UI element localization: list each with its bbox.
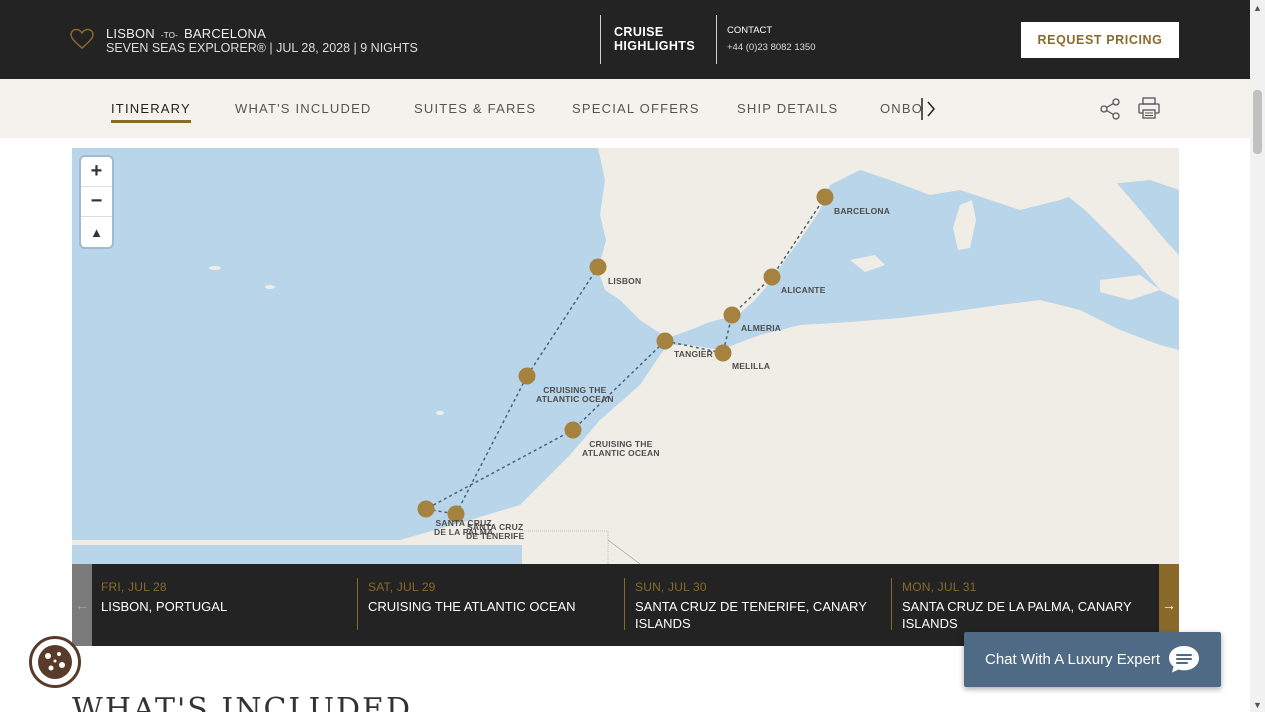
port-marker-melilla[interactable] (714, 344, 732, 362)
label-text: ATLANTIC OCEAN (582, 448, 660, 458)
land-islands (953, 200, 976, 250)
scrollbar-thumb[interactable] (1253, 90, 1262, 154)
day-date: SAT, JUL 29 (368, 580, 436, 594)
tab-whats-included[interactable]: WHAT'S INCLUDED (235, 101, 372, 116)
cruise-page: LISBON -TO- BARCELONA SEVEN SEAS EXPLORER®… (0, 0, 1265, 712)
map-canvas (72, 148, 1179, 564)
cookie-settings-button[interactable] (29, 636, 81, 688)
port-marker-almeria[interactable] (723, 306, 741, 324)
day-card[interactable]: FRI, JUL 28 LISBON, PORTUGAL (101, 578, 367, 632)
chat-label: Chat With A Luxury Expert (985, 651, 1161, 668)
share-icon[interactable] (1098, 97, 1122, 121)
section-heading-whats-included: WHAT'S INCLUDED (72, 692, 412, 712)
day-card[interactable]: SAT, JUL 29 CRUISING THE ATLANTIC OCEAN (368, 578, 634, 632)
label-text: ATLANTIC OCEAN (536, 394, 614, 404)
zoom-in-button[interactable]: + (81, 157, 112, 187)
day-place: SANTA CRUZ DE TENERIFE, CANARY ISLANDS (635, 599, 867, 631)
prev-day-button[interactable]: ← (72, 564, 92, 646)
label-text: DE TENERIFE (466, 531, 525, 541)
land-canaries (500, 514, 520, 522)
itinerary-map[interactable] (72, 148, 1179, 564)
label-alicante: ALICANTE (781, 285, 826, 295)
day-place: SANTA CRUZ DE LA PALMA, CANARY ISLANDS (902, 599, 1132, 631)
day-place: CRUISING THE ATLANTIC OCEAN (368, 599, 576, 614)
day-divider (357, 578, 358, 630)
route-title: LISBON -TO- BARCELONA (106, 26, 266, 41)
heart-icon[interactable] (70, 28, 94, 50)
tab-itinerary[interactable]: ITINERARY (111, 101, 191, 123)
day-date: SUN, JUL 30 (635, 580, 707, 594)
day-date: MON, JUL 31 (902, 580, 977, 594)
label-melilla: MELILLA (732, 361, 771, 371)
route-to-word: -TO- (160, 31, 178, 40)
section-nav: ITINERARY WHAT'S INCLUDED SUITES & FARES… (0, 79, 1250, 138)
label-cruising-2: CRUISING THE ATLANTIC OCEAN (582, 440, 660, 458)
route-from: LISBON (106, 26, 155, 41)
label-tenerife: SANTA CRUZ DE TENERIFE (466, 523, 524, 541)
port-marker-cruising[interactable] (564, 421, 582, 439)
scroll-down-arrow-icon[interactable]: ▼ (1250, 697, 1265, 712)
label-tangier: TANGIER (674, 349, 714, 359)
port-marker-lisbon[interactable] (589, 258, 607, 276)
tab-suites-fares[interactable]: SUITES & FARES (414, 101, 536, 116)
label-barcelona: BARCELONA (834, 206, 891, 216)
land-madeira (436, 411, 444, 415)
compass-reset-button[interactable]: ▲ (81, 217, 112, 247)
contact-label: CONTACT (727, 25, 773, 36)
scroll-up-arrow-icon[interactable]: ▲ (1250, 0, 1265, 15)
cookie-icon (38, 645, 72, 679)
chevron-right-icon[interactable] (920, 96, 940, 122)
cruise-highlights-link[interactable]: CRUISE HIGHLIGHTS (614, 25, 704, 53)
day-divider (624, 578, 625, 630)
voyage-details: SEVEN SEAS EXPLORER® | JUL 28, 2028 | 9 … (106, 41, 418, 55)
port-marker-la-palma[interactable] (417, 500, 435, 518)
water-south (72, 545, 522, 564)
land-azores (209, 266, 221, 270)
label-almeria: ALMERIA (741, 323, 782, 333)
divider (600, 15, 601, 64)
tab-onboard[interactable]: ONBOARD (880, 101, 922, 116)
day-divider (891, 578, 892, 630)
label-lisbon: LISBON (608, 276, 642, 286)
land-balearics (850, 255, 885, 272)
land-azores (265, 285, 275, 289)
label-cruising-1: CRUISING THE ATLANTIC OCEAN (536, 386, 614, 404)
land-africa (72, 300, 1179, 564)
map-zoom-controls: + − ▲ (81, 157, 112, 247)
zoom-out-button[interactable]: − (81, 187, 112, 217)
contact-phone-link[interactable]: +44 (0)23 8082 1350 (727, 42, 815, 53)
tab-ship-details[interactable]: SHIP DETAILS (737, 101, 838, 116)
print-icon[interactable] (1137, 96, 1161, 120)
port-marker-cruising[interactable] (518, 367, 536, 385)
day-place: LISBON, PORTUGAL (101, 599, 228, 614)
chat-bubble-icon (1169, 646, 1199, 673)
day-card[interactable]: SUN, JUL 30 SANTA CRUZ DE TENERIFE, CANA… (635, 578, 901, 632)
request-pricing-button[interactable]: REQUEST PRICING (1021, 22, 1179, 58)
tab-special-offers[interactable]: SPECIAL OFFERS (572, 101, 700, 116)
top-bar: LISBON -TO- BARCELONA SEVEN SEAS EXPLORER®… (0, 0, 1250, 79)
divider (716, 15, 717, 64)
day-date: FRI, JUL 28 (101, 580, 167, 594)
day-card[interactable]: MON, JUL 31 SANTA CRUZ DE LA PALMA, CANA… (902, 578, 1168, 632)
route-to: BARCELONA (183, 26, 266, 41)
port-marker-barcelona[interactable] (816, 188, 834, 206)
port-marker-alicante[interactable] (763, 268, 781, 286)
port-marker-tangier[interactable] (656, 332, 674, 350)
